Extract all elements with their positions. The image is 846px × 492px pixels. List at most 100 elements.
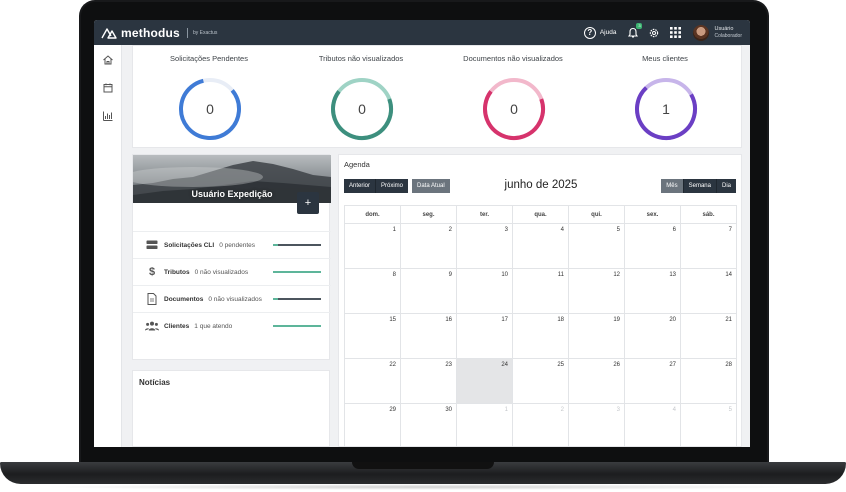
users-icon [145, 320, 159, 332]
day-number: 9 [448, 272, 452, 278]
summary-label: Documentos [164, 295, 204, 303]
view-day-button[interactable]: Dia [715, 179, 736, 193]
calendar-day[interactable]: 26 [569, 359, 625, 404]
calendar-day[interactable]: 7 [681, 224, 737, 269]
view-button-group: Mês Semana Dia [661, 179, 736, 193]
day-number: 1 [504, 407, 508, 413]
calendar-day[interactable]: 5 [569, 224, 625, 269]
day-number: 30 [445, 407, 452, 413]
calendar-weeks: 1 2 3 4 5 6 7 8 9 10 11 12 13 14 15 16 17 18 19 20 21 22 23 24 2… [345, 224, 737, 447]
calendar-day[interactable]: 1 [345, 224, 401, 269]
day-number: 2 [448, 227, 452, 233]
brand-divider [186, 27, 188, 38]
day-number: 17 [501, 317, 508, 323]
notifications-button[interactable]: 3 [626, 22, 643, 40]
day-number: 23 [445, 362, 452, 368]
calendar-day[interactable]: 2 [513, 404, 569, 447]
calendar-day[interactable]: 3 [457, 224, 513, 269]
stat-solicitacoes[interactable]: Solicitações Pendentes 0 [133, 46, 285, 149]
calendar-day[interactable]: 27 [625, 359, 681, 404]
calendar-day[interactable]: 11 [513, 269, 569, 314]
stat-clientes[interactable]: Meus clientes 1 [589, 46, 741, 149]
calendar-day[interactable]: 23 [401, 359, 457, 404]
summary-label: Solicitações CLI [164, 241, 215, 249]
summary-count: 1 que atendo [194, 322, 233, 330]
calendar-day[interactable]: 4 [513, 224, 569, 269]
stat-title: Meus clientes [642, 54, 688, 63]
calendar-header: dom. seg. ter. qua. qui. sex. sáb. [345, 206, 737, 224]
summary-row-documentos[interactable]: Documentos 0 não visualizados [133, 285, 331, 312]
calendar-day[interactable]: 1 [457, 404, 513, 447]
calendar-week: 22 23 24 25 26 27 28 [345, 359, 737, 404]
calendar-day[interactable]: 30 [401, 404, 457, 447]
calendar-day[interactable]: 28 [681, 359, 737, 404]
calendar-day-today[interactable]: 24 [457, 359, 513, 404]
calendar-icon[interactable] [102, 82, 114, 94]
calendar-day[interactable]: 10 [457, 269, 513, 314]
day-number: 7 [728, 227, 732, 233]
summary-row-tributos[interactable]: $ Tributos 0 não visualizados [133, 258, 331, 285]
settings-button[interactable] [647, 26, 661, 40]
summary-count: 0 não visualizados [194, 268, 249, 276]
calendar-day[interactable]: 16 [401, 314, 457, 359]
view-week-button[interactable]: Semana [682, 179, 716, 193]
weekday-label: qui. [569, 206, 625, 224]
calendar-day[interactable]: 18 [513, 314, 569, 359]
server-icon [145, 239, 159, 251]
calendar-day[interactable]: 3 [569, 404, 625, 447]
calendar-day[interactable]: 20 [625, 314, 681, 359]
stat-value: 0 [206, 101, 214, 117]
calendar-day[interactable]: 13 [625, 269, 681, 314]
calendar-day[interactable]: 22 [345, 359, 401, 404]
day-number: 4 [672, 407, 676, 413]
calendar-day[interactable]: 15 [345, 314, 401, 359]
weekday-label: dom. [345, 206, 401, 224]
brand[interactable]: methodus by Exactus [101, 26, 217, 40]
apps-button[interactable] [668, 26, 682, 40]
laptop-notch [352, 462, 494, 469]
calendar-day[interactable]: 2 [401, 224, 457, 269]
user-menu[interactable]: Usuário Colaborador [693, 24, 742, 41]
calendar-day[interactable]: 21 [681, 314, 737, 359]
grid-icon [669, 27, 681, 38]
day-number: 10 [501, 272, 508, 278]
calendar-day[interactable]: 25 [513, 359, 569, 404]
calendar-week: 1 2 3 4 5 6 7 [345, 224, 737, 269]
calendar-grid: dom. seg. ter. qua. qui. sex. sáb. 12345… [344, 205, 737, 447]
brand-by: by Exactus [192, 29, 218, 36]
day-number: 26 [613, 362, 620, 368]
day-number: 3 [504, 227, 508, 233]
summary-row-solicitacoes[interactable]: Solicitações CLI 0 pendentes [133, 231, 331, 258]
summary-progress [273, 244, 321, 246]
calendar-day[interactable]: 6 [625, 224, 681, 269]
view-month-button[interactable]: Mês [661, 179, 683, 193]
day-number: 11 [557, 272, 564, 278]
calendar-day[interactable]: 9 [401, 269, 457, 314]
calendar-day[interactable]: 14 [681, 269, 737, 314]
stat-title: Solicitações Pendentes [170, 54, 248, 63]
stat-tributos[interactable]: Tributos não visualizados 0 [285, 46, 437, 149]
day-number: 27 [669, 362, 676, 368]
stat-documentos[interactable]: Documentos não visualizados 0 [437, 46, 589, 149]
stats-panel: Solicitações Pendentes 0 Tributos não vi… [132, 45, 742, 148]
stat-value: 0 [358, 101, 366, 117]
agenda-title: Agenda [344, 160, 370, 169]
add-button[interactable]: + [297, 192, 319, 214]
calendar-day[interactable]: 17 [457, 314, 513, 359]
chart-icon[interactable] [102, 110, 114, 122]
day-number: 13 [669, 272, 676, 278]
calendar-day[interactable]: 4 [625, 404, 681, 447]
summary-row-clientes[interactable]: Clientes 1 que atendo [133, 312, 331, 339]
calendar-day[interactable]: 19 [569, 314, 625, 359]
calendar-day[interactable]: 12 [569, 269, 625, 314]
help-button[interactable]: ? Ajuda [583, 26, 616, 39]
home-icon[interactable] [102, 54, 114, 66]
app-screen: methodus by Exactus ? Ajuda 3 Usuário Co… [94, 20, 750, 447]
calendar-day[interactable]: 8 [345, 269, 401, 314]
day-number: 18 [557, 317, 564, 323]
stat-title: Tributos não visualizados [318, 54, 404, 63]
calendar-day[interactable]: 5 [681, 404, 737, 447]
sidebar [94, 45, 122, 447]
day-number: 14 [725, 272, 732, 278]
calendar-day[interactable]: 29 [345, 404, 401, 447]
